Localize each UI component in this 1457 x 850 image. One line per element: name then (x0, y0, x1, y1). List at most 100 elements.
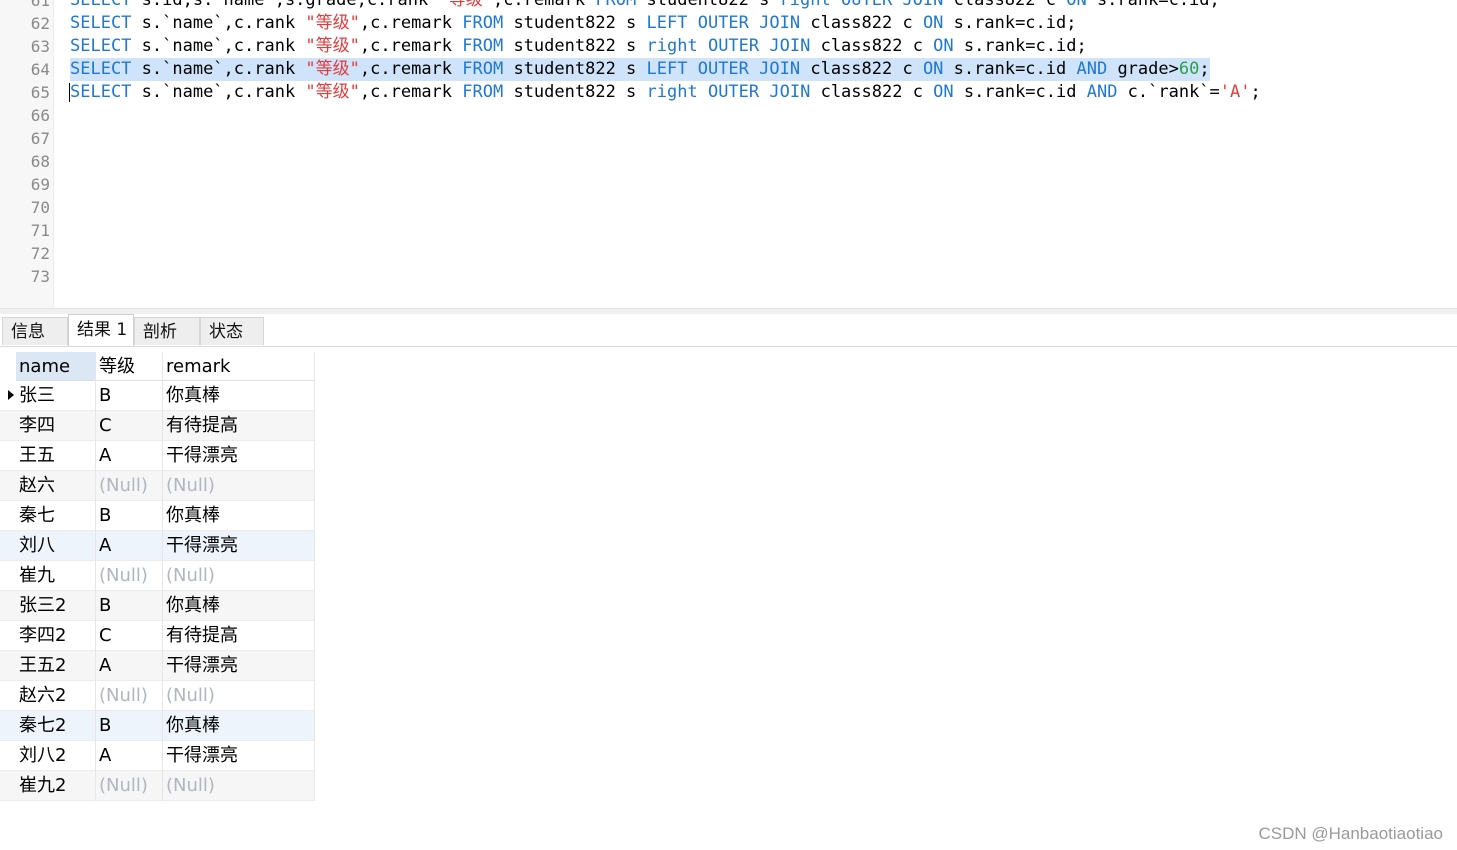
cell-rank[interactable]: (Null) (96, 561, 163, 591)
row-marker[interactable] (0, 591, 16, 621)
tab-result-1[interactable]: 结果 1 (68, 314, 134, 346)
line-number: 61 (30, 0, 50, 10)
cell-rank[interactable]: B (96, 711, 163, 741)
row-marker[interactable] (0, 741, 16, 771)
cell-rank[interactable]: A (96, 531, 163, 561)
code-line[interactable]: 69 (0, 173, 1457, 196)
column-header-rank[interactable]: 等级 (96, 352, 163, 381)
cell-rank[interactable]: C (96, 411, 163, 441)
code-line[interactable]: 73 (0, 265, 1457, 288)
code-line[interactable]: 71 (0, 219, 1457, 242)
row-marker[interactable] (0, 621, 16, 651)
line-number: 65 (30, 83, 50, 102)
row-marker[interactable] (0, 471, 16, 501)
cell-remark[interactable]: (Null) (163, 561, 315, 591)
row-marker[interactable] (0, 771, 16, 801)
cell-name[interactable]: 赵六2 (16, 681, 96, 711)
current-row-indicator-icon[interactable] (0, 381, 16, 411)
table-row[interactable]: 刘八 A 干得漂亮 (0, 531, 315, 561)
code-line[interactable]: 68 (0, 150, 1457, 173)
code-line[interactable]: 70 (0, 196, 1457, 219)
sql-keyword: OUTER (697, 13, 749, 33)
cell-remark[interactable]: 干得漂亮 (163, 531, 315, 561)
cell-rank[interactable]: (Null) (96, 471, 163, 501)
row-marker[interactable] (0, 711, 16, 741)
cell-remark[interactable]: 你真棒 (163, 381, 315, 411)
code-line[interactable]: 65 SELECT s.`name`,c.rank "等级",c.remark F… (0, 81, 1457, 104)
cell-rank[interactable]: B (96, 591, 163, 621)
cell-name[interactable]: 王五2 (16, 651, 96, 681)
table-row[interactable]: 张三 B 你真棒 (0, 381, 315, 411)
sql-keyword: OUTER (707, 36, 760, 56)
table-row[interactable]: 赵六 (Null) (Null) (0, 471, 315, 501)
table-row[interactable]: 王五2 A 干得漂亮 (0, 651, 315, 681)
cell-remark[interactable]: 有待提高 (163, 621, 315, 651)
cell-name[interactable]: 张三2 (16, 591, 96, 621)
tab-info[interactable]: 信息 (2, 317, 68, 345)
tab-status[interactable]: 状态 (200, 317, 264, 345)
cell-name[interactable]: 王五 (16, 441, 96, 471)
cell-name[interactable]: 赵六 (16, 471, 96, 501)
cell-rank[interactable]: B (96, 501, 163, 531)
sql-keyword: FROM (595, 0, 637, 10)
table-row[interactable]: 赵六2 (Null) (Null) (0, 681, 315, 711)
cell-remark[interactable]: 你真棒 (163, 501, 315, 531)
cell-remark[interactable]: (Null) (163, 681, 315, 711)
code-line[interactable]: 62 SELECT s.`name`,c.rank "等级",c.remark F… (0, 12, 1457, 35)
table-row[interactable]: 王五 A 干得漂亮 (0, 441, 315, 471)
cell-remark[interactable]: (Null) (163, 471, 315, 501)
cell-name[interactable]: 李四 (16, 411, 96, 441)
row-marker[interactable] (0, 651, 16, 681)
cell-rank[interactable]: A (96, 441, 163, 471)
cell-rank[interactable]: A (96, 651, 163, 681)
cell-remark[interactable]: (Null) (163, 771, 315, 801)
cell-rank[interactable]: A (96, 741, 163, 771)
code-line[interactable]: 67 (0, 127, 1457, 150)
cell-remark[interactable]: 干得漂亮 (163, 441, 315, 471)
cell-rank[interactable]: C (96, 621, 163, 651)
cell-name[interactable]: 刘八2 (16, 741, 96, 771)
cell-name[interactable]: 李四2 (16, 621, 96, 651)
tab-profile[interactable]: 剖析 (134, 317, 200, 345)
cell-remark[interactable]: 你真棒 (163, 711, 315, 741)
cell-name[interactable]: 秦七 (16, 501, 96, 531)
table-row[interactable]: 秦七2 B 你真棒 (0, 711, 315, 741)
cell-name[interactable]: 秦七2 (16, 711, 96, 741)
cell-remark[interactable]: 干得漂亮 (163, 651, 315, 681)
column-header-name[interactable]: name (16, 352, 96, 381)
cell-rank[interactable]: (Null) (96, 681, 163, 711)
row-marker[interactable] (0, 501, 16, 531)
row-marker[interactable] (0, 411, 16, 441)
code-line[interactable]: 61 SELECT s.id,s.`name`,s.grade,c.rank "等… (0, 0, 1457, 12)
row-marker[interactable] (0, 531, 16, 561)
code-line[interactable]: 64 SELECT s.`name`,c.rank "等级",c.remark F… (0, 58, 1457, 81)
code-line[interactable]: 72 (0, 242, 1457, 265)
cell-remark[interactable]: 干得漂亮 (163, 741, 315, 771)
cell-name[interactable]: 刘八 (16, 531, 96, 561)
cell-remark[interactable]: 有待提高 (163, 411, 315, 441)
cell-name[interactable]: 崔九 (16, 561, 96, 591)
row-marker[interactable] (0, 561, 16, 591)
sql-keyword: ON (922, 13, 944, 33)
table-row[interactable]: 刘八2 A 干得漂亮 (0, 741, 315, 771)
table-row[interactable]: 张三2 B 你真棒 (0, 591, 315, 621)
row-marker[interactable] (0, 681, 16, 711)
table-row[interactable]: 秦七 B 你真棒 (0, 501, 315, 531)
table-row[interactable]: 崔九2 (Null) (Null) (0, 771, 315, 801)
sql-token: s.rank=c.id (953, 82, 1087, 102)
row-marker[interactable] (0, 441, 16, 471)
cell-name[interactable]: 崔九2 (16, 771, 96, 801)
cell-name[interactable]: 张三 (16, 381, 96, 411)
cell-rank[interactable]: B (96, 381, 163, 411)
column-header-remark[interactable]: remark (163, 352, 315, 381)
code-line[interactable]: 66 (0, 104, 1457, 127)
cell-rank[interactable]: (Null) (96, 771, 163, 801)
sql-editor[interactable]: 61 SELECT s.id,s.`name`,s.grade,c.rank "等… (0, 0, 1457, 308)
table-row[interactable]: 李四 C 有待提高 (0, 411, 315, 441)
cell-remark[interactable]: 你真棒 (163, 591, 315, 621)
table-row[interactable]: 李四2 C 有待提高 (0, 621, 315, 651)
table-row[interactable]: 崔九 (Null) (Null) (0, 561, 315, 591)
code-line[interactable]: 63 SELECT s.`name`,c.rank "等级",c.remark F… (0, 35, 1457, 58)
